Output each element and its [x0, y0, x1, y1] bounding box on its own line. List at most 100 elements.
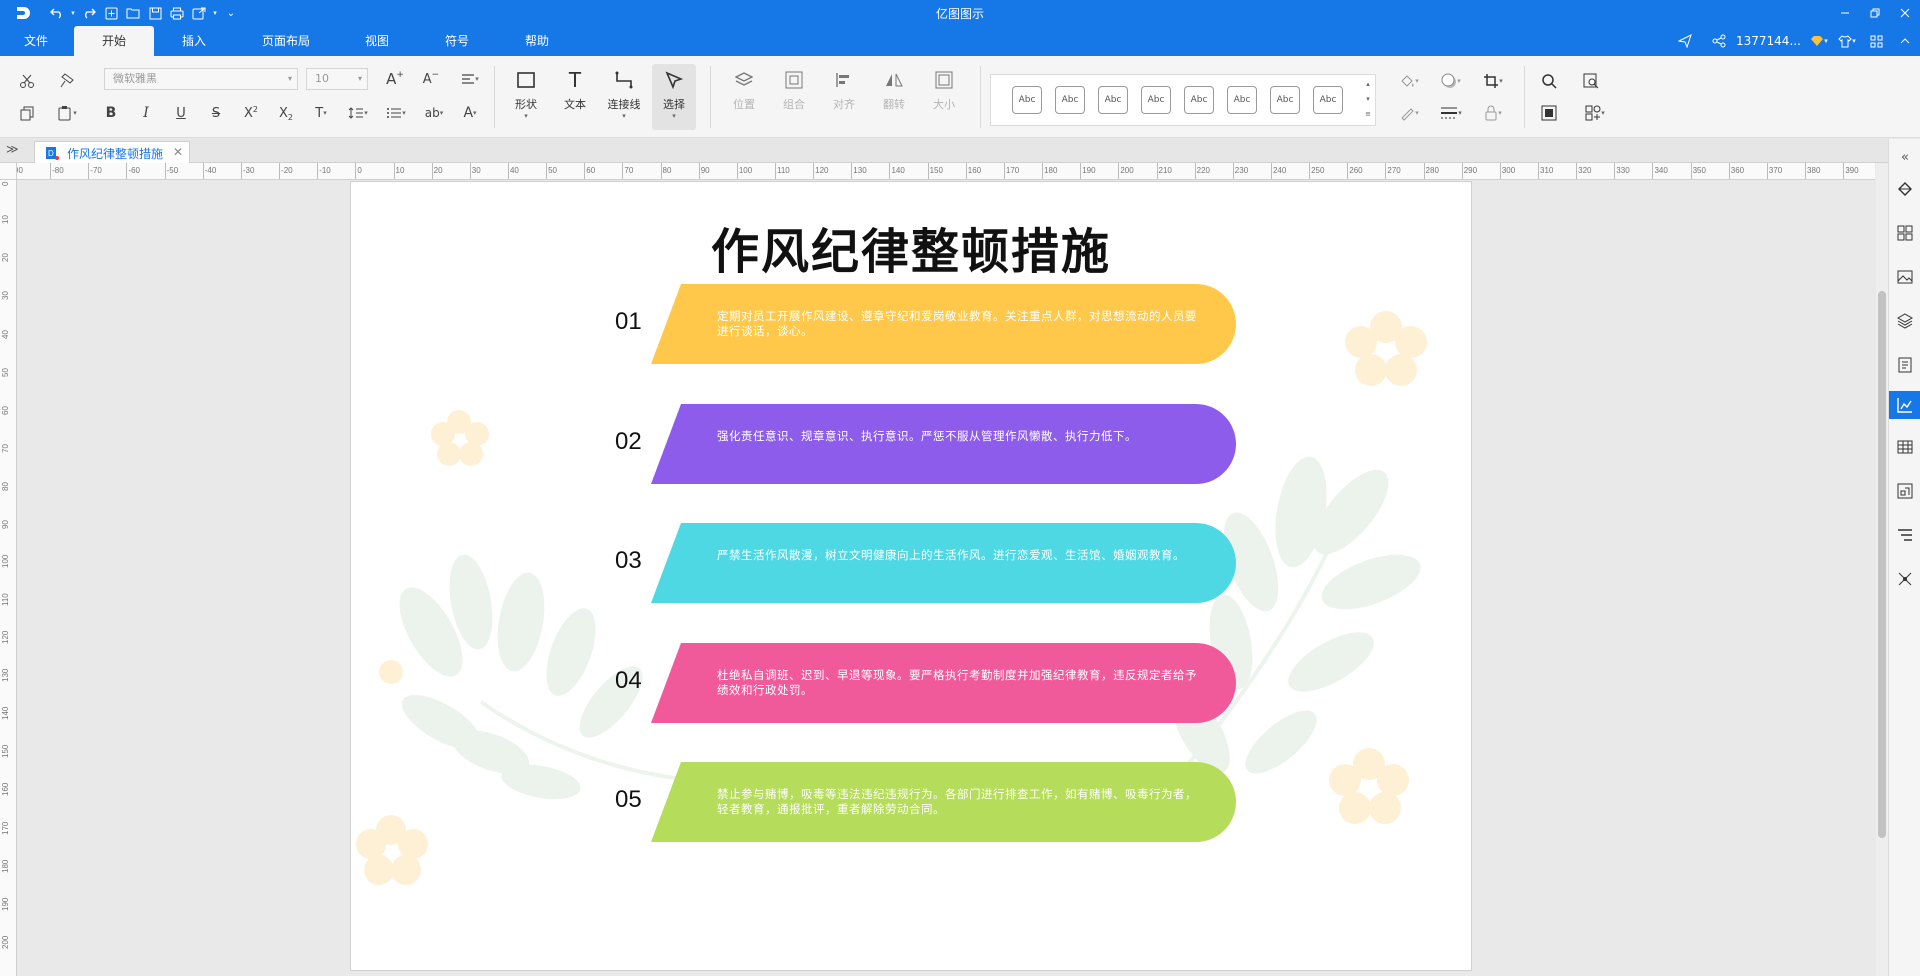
shape-dropdown-icon[interactable]: ▾: [504, 112, 548, 120]
find-icon[interactable]: [1536, 70, 1562, 92]
tab-symbols[interactable]: 符号: [432, 26, 482, 56]
more-shapes-icon[interactable]: ▾: [1578, 102, 1612, 124]
expand-panel-icon[interactable]: ≫: [6, 142, 19, 156]
style-sample[interactable]: Abc: [1055, 86, 1085, 114]
fill-bucket-icon[interactable]: [1889, 175, 1920, 203]
tab-view[interactable]: 视图: [352, 26, 402, 56]
format-painter-icon[interactable]: [54, 70, 80, 92]
italic-icon[interactable]: I: [133, 102, 159, 124]
item-text[interactable]: 禁止参与赌博，吸毒等违法违纪违规行为。各部门进行排查工作，如有赌博、吸毒行为者，…: [717, 787, 1197, 817]
group-button[interactable]: 组合: [772, 64, 816, 130]
style-sample[interactable]: Abc: [1012, 86, 1042, 114]
increase-font-icon[interactable]: A +: [382, 68, 408, 90]
style-sample[interactable]: Abc: [1270, 86, 1300, 114]
restore-icon[interactable]: [1860, 0, 1890, 26]
tab-page-layout[interactable]: 页面布局: [254, 26, 318, 56]
crop-icon[interactable]: ▾: [1476, 70, 1510, 92]
decrease-font-icon[interactable]: A −: [418, 68, 444, 90]
select-tool-button[interactable]: 选择 ▾: [652, 64, 696, 130]
size-button[interactable]: 大小: [922, 64, 966, 130]
item-band-03[interactable]: [651, 523, 1236, 603]
scrollbar-thumb[interactable]: [1878, 291, 1886, 838]
minimize-icon[interactable]: [1830, 0, 1860, 26]
table-icon[interactable]: [1889, 433, 1920, 461]
format-text-icon[interactable]: [1889, 521, 1920, 549]
find-replace-icon[interactable]: [1578, 70, 1604, 92]
shadow-icon[interactable]: ▾: [1434, 70, 1468, 92]
close-window-icon[interactable]: [1890, 0, 1920, 26]
bold-icon[interactable]: B: [98, 102, 124, 124]
tab-help[interactable]: 帮助: [512, 26, 562, 56]
vip-badge-icon[interactable]: ▾: [1806, 26, 1832, 56]
document-tab[interactable]: D 作风纪律整顿措施 ✕: [34, 141, 190, 163]
layout-grid-icon[interactable]: [1889, 219, 1920, 247]
close-tab-icon[interactable]: ✕: [173, 145, 183, 159]
paste-icon[interactable]: ▾: [54, 102, 80, 124]
fill-color-icon[interactable]: ▾: [1392, 70, 1426, 92]
collapse-panel-icon[interactable]: «: [1889, 143, 1920, 171]
layers-panel-icon[interactable]: [1889, 307, 1920, 335]
style-sample[interactable]: Abc: [1098, 86, 1128, 114]
vertical-scrollbar[interactable]: [1876, 163, 1888, 976]
item-text[interactable]: 定期对员工开展作风建设、遵章守纪和爱岗敬业教育。关注重点人群，对思想流动的人员要…: [717, 309, 1197, 339]
theme-skin-icon[interactable]: ▾: [1832, 26, 1862, 56]
apps-grid-icon[interactable]: [1862, 26, 1890, 56]
style-sample[interactable]: Abc: [1313, 86, 1343, 114]
image-icon[interactable]: [1889, 263, 1920, 291]
publish-icon[interactable]: [1668, 26, 1702, 56]
share-icon[interactable]: [1702, 26, 1736, 56]
superscript-icon[interactable]: X2: [238, 102, 264, 124]
slide-title[interactable]: 作风纪律整顿措施: [351, 212, 1471, 282]
org-chart-icon[interactable]: [1889, 477, 1920, 505]
chart-data-icon[interactable]: [1889, 391, 1920, 419]
item-number[interactable]: 03: [615, 547, 655, 575]
select-all-icon[interactable]: [1536, 102, 1562, 124]
text-case-icon[interactable]: ab ▾: [418, 102, 450, 124]
align-button[interactable]: 对齐: [822, 64, 866, 130]
position-button[interactable]: 位置: [722, 64, 766, 130]
item-number[interactable]: 01: [615, 308, 655, 336]
cut-icon[interactable]: [14, 70, 40, 92]
strikethrough-icon[interactable]: S: [203, 102, 229, 124]
line-color-icon[interactable]: ▾: [1392, 102, 1426, 124]
line-style-icon[interactable]: ▾: [1434, 102, 1468, 124]
item-band-02[interactable]: [651, 404, 1236, 484]
slide-page[interactable]: 作风纪律整顿措施 01 定期对员工开展作风建设、遵章守纪和爱岗敬业教育。关注重点…: [350, 181, 1472, 971]
item-number[interactable]: 04: [615, 667, 655, 695]
user-account-name[interactable]: 1377144...: [1736, 34, 1806, 48]
style-sample[interactable]: Abc: [1184, 86, 1214, 114]
tab-file[interactable]: 文件: [14, 26, 58, 56]
lock-icon[interactable]: ▾: [1476, 102, 1510, 124]
gallery-scroll-arrows[interactable]: ▴ ▾ ≡: [1363, 77, 1373, 122]
item-text[interactable]: 严禁生活作风散漫，树立文明健康向上的生活作风。进行恋爱观、生活馆、婚姻观教育。: [717, 548, 1197, 563]
connector-tool-button[interactable]: 连接线 ▾: [602, 64, 646, 130]
flip-button[interactable]: 翻转: [872, 64, 916, 130]
underline-icon[interactable]: U: [168, 102, 194, 124]
item-text[interactable]: 杜绝私自调班、迟到、早退等现象。要严格执行考勤制度并加强纪律教育，违反规定者给予…: [717, 668, 1197, 698]
item-text[interactable]: 强化责任意识、规章意识、执行意识。严惩不服从管理作风懒散、执行力低下。: [717, 429, 1197, 444]
tab-insert[interactable]: 插入: [170, 26, 218, 56]
font-size-select[interactable]: 10 ▾: [306, 68, 368, 90]
copy-icon[interactable]: [14, 102, 40, 124]
drawing-canvas[interactable]: 作风纪律整顿措施 01 定期对员工开展作风建设、遵章守纪和爱岗敬业教育。关注重点…: [18, 181, 1876, 976]
item-number[interactable]: 02: [615, 428, 655, 456]
text-align-icon[interactable]: ▾: [454, 68, 486, 90]
shape-tool-button[interactable]: 形状 ▾: [504, 64, 548, 130]
text-style-icon[interactable]: T ▾: [306, 102, 336, 124]
style-sample[interactable]: Abc: [1141, 86, 1171, 114]
connector-dropdown-icon[interactable]: ▾: [602, 112, 646, 120]
mind-map-icon[interactable]: [1889, 565, 1920, 593]
select-dropdown-icon[interactable]: ▾: [652, 112, 696, 120]
line-spacing-icon[interactable]: ▾: [342, 102, 374, 124]
font-color-icon[interactable]: A ▾: [454, 102, 486, 124]
style-sample[interactable]: Abc: [1227, 86, 1257, 114]
collapse-ribbon-icon[interactable]: [1890, 26, 1920, 56]
ruler-label: 90: [700, 166, 710, 175]
font-family-select[interactable]: 微软雅黑 ▾: [104, 68, 298, 90]
page-properties-icon[interactable]: [1889, 351, 1920, 379]
item-number[interactable]: 05: [615, 786, 655, 814]
subscript-icon[interactable]: X2: [273, 102, 299, 124]
bullet-list-icon[interactable]: ▾: [380, 102, 412, 124]
text-tool-button[interactable]: T 文本: [553, 64, 597, 130]
tab-home[interactable]: 开始: [74, 26, 154, 56]
